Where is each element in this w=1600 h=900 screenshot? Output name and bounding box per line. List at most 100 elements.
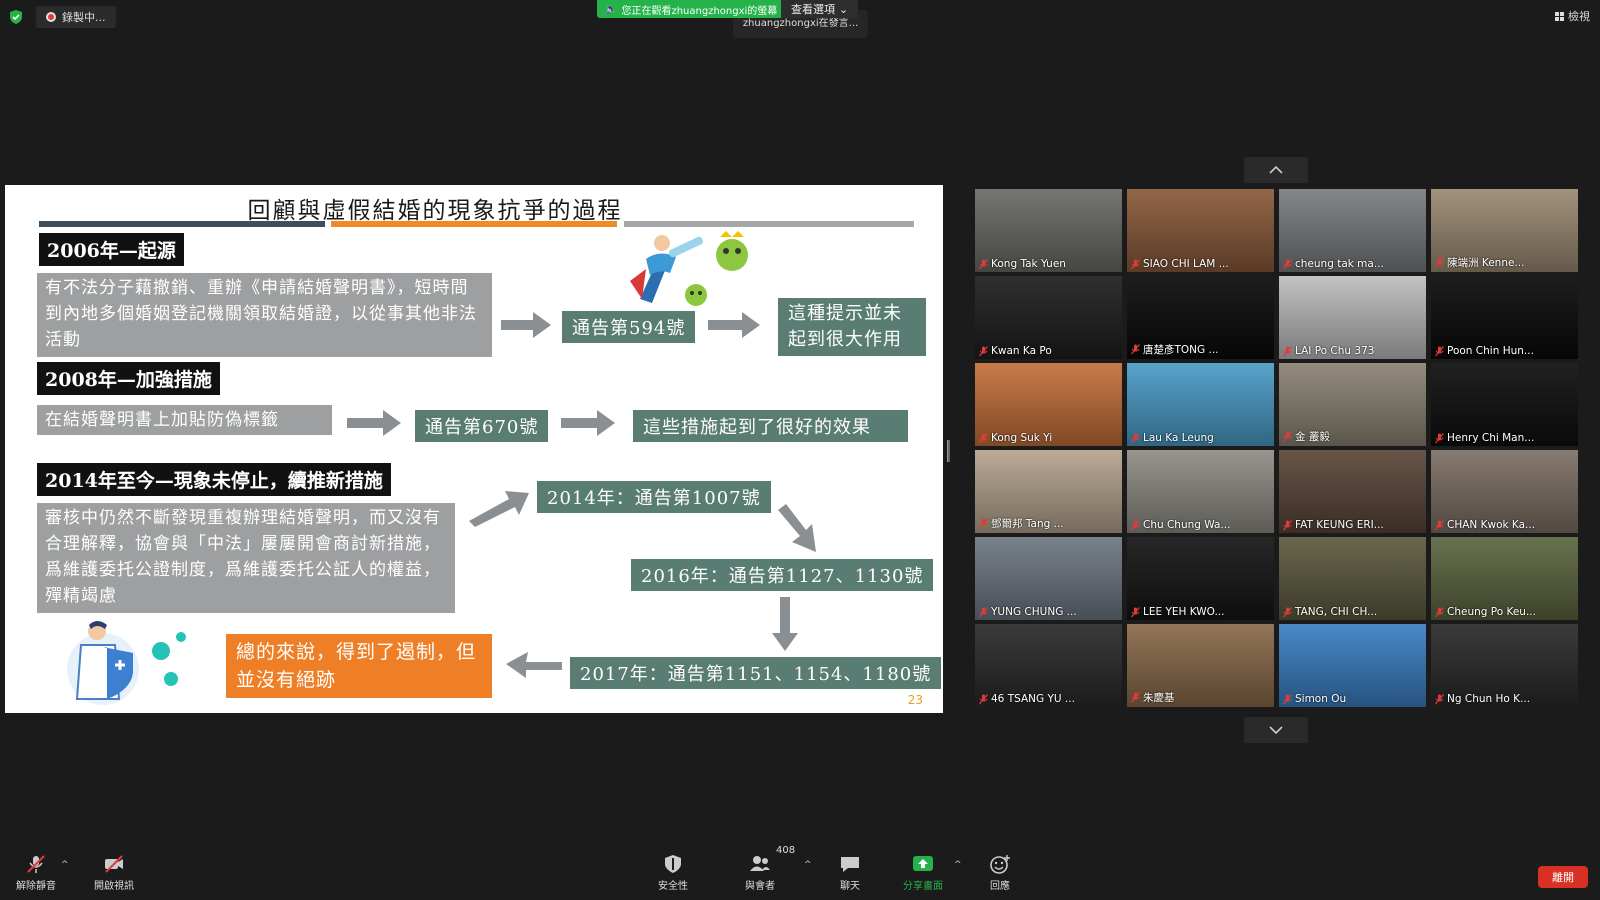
- participant-tile[interactable]: 朱慶基: [1127, 624, 1274, 707]
- participant-tile[interactable]: cheung tak ma...: [1279, 189, 1426, 272]
- muted-microphone-icon: [979, 258, 988, 269]
- audio-options-caret[interactable]: ^: [61, 860, 69, 870]
- view-label: 檢視: [1568, 10, 1590, 23]
- participant-tile[interactable]: Cheung Po Keu...: [1431, 537, 1578, 620]
- result-2008: 這些措施起到了很好的效果: [633, 410, 908, 442]
- participant-name-label: 朱慶基: [1131, 690, 1175, 705]
- start-video-label: 開啟視訊: [94, 881, 134, 892]
- participant-name: 鄧爾邦 Tang ...: [991, 518, 1064, 530]
- participant-tile[interactable]: Kong Tak Yuen: [975, 189, 1122, 272]
- notice-2017: 2017年：通告第1151、1154、1180號: [570, 657, 942, 689]
- view-options-button[interactable]: 查看選項 ⌄: [781, 0, 859, 18]
- muted-microphone-icon: [27, 855, 45, 873]
- participant-tile[interactable]: Ng Chun Ho K...: [1431, 624, 1578, 707]
- participant-tile[interactable]: Henry Chi Man...: [1431, 363, 1578, 446]
- participant-name-label: 陳端洲 Kenne...: [1435, 255, 1524, 270]
- participant-name: Kong Suk Yi: [991, 432, 1053, 444]
- participant-tile[interactable]: Kong Suk Yi: [975, 363, 1122, 446]
- unmute-button[interactable]: 解除靜音: [16, 854, 56, 892]
- speaker-icon: 🔈: [605, 3, 618, 15]
- participant-tile[interactable]: CHAN Kwok Ka...: [1431, 450, 1578, 533]
- share-options-caret[interactable]: ^: [954, 860, 962, 870]
- security-button[interactable]: 安全性: [658, 854, 688, 892]
- participant-tile[interactable]: Lau Ka Leung: [1127, 363, 1274, 446]
- share-screen-button[interactable]: 分享畫面: [903, 854, 943, 892]
- recording-label: 錄製中...: [62, 11, 106, 24]
- panel-resize-handle[interactable]: [947, 440, 950, 462]
- participant-name: Henry Chi Man...: [1447, 432, 1535, 444]
- reactions-label: 回應: [990, 881, 1010, 892]
- muted-microphone-icon: [1435, 519, 1444, 530]
- participants-count: 408: [776, 845, 796, 856]
- muted-microphone-icon: [1435, 693, 1444, 704]
- participant-tile[interactable]: SIAO CHI LAM ...: [1127, 189, 1274, 272]
- participant-name-label: Ng Chun Ho K...: [1435, 693, 1530, 705]
- participant-name: 金 叢毅: [1295, 431, 1330, 443]
- participant-name: YUNG CHUNG ...: [991, 606, 1077, 618]
- muted-microphone-icon: [979, 693, 988, 704]
- participant-name-label: Lau Ka Leung: [1131, 432, 1214, 444]
- view-button[interactable]: 檢視: [1555, 8, 1590, 24]
- participant-tile[interactable]: 46 TSANG YU ...: [975, 624, 1122, 707]
- participant-name: Cheung Po Keu...: [1447, 606, 1536, 618]
- muted-microphone-icon: [1283, 431, 1292, 442]
- participant-name-label: CHAN Kwok Ka...: [1435, 519, 1535, 531]
- notice-594: 通告第594號: [562, 311, 696, 343]
- section-2014-header: 2014年至今—現象未停止，續推新措施: [37, 463, 391, 496]
- participant-name-label: FAT KEUNG ERI...: [1283, 519, 1384, 531]
- participant-name: TANG, CHI CH...: [1295, 606, 1378, 618]
- participant-name: FAT KEUNG ERI...: [1295, 519, 1384, 531]
- participant-name-label: Kong Suk Yi: [979, 432, 1052, 444]
- participant-name: CHAN Kwok Ka...: [1447, 519, 1536, 531]
- muted-microphone-icon: [1131, 432, 1140, 443]
- participant-name-label: 46 TSANG YU ...: [979, 693, 1075, 705]
- gallery-next-page-button[interactable]: [1244, 717, 1308, 743]
- participant-tile[interactable]: 唐楚彥TONG ...: [1127, 276, 1274, 359]
- recording-indicator[interactable]: 錄製中...: [36, 6, 116, 28]
- participants-label: 與會者: [745, 881, 775, 892]
- participant-tile[interactable]: 金 叢毅: [1279, 363, 1426, 446]
- shared-screen-slide: 回顧與虛假結婚的現象抗爭的過程 2006年—起源 有不法分子藉撤銷、重辦《申請結…: [5, 185, 943, 713]
- title-underline-dark: [39, 221, 325, 227]
- participant-tile[interactable]: Chu Chung Wa...: [1127, 450, 1274, 533]
- participant-name-label: Cheung Po Keu...: [1435, 606, 1536, 618]
- chat-button[interactable]: 聊天: [839, 854, 861, 892]
- start-video-button[interactable]: 開啟視訊: [94, 854, 134, 892]
- participant-tile[interactable]: Kwan Ka Po: [975, 276, 1122, 359]
- gallery-prev-page-button[interactable]: [1244, 157, 1308, 183]
- participant-name-label: Kwan Ka Po: [979, 345, 1052, 357]
- participant-name-label: 鄧爾邦 Tang ...: [979, 516, 1064, 531]
- result-2006: 這種提示並未起到很大作用: [778, 298, 926, 356]
- participants-options-caret[interactable]: ^: [804, 860, 812, 870]
- reactions-button[interactable]: 回應: [989, 854, 1011, 892]
- participant-tile[interactable]: Poon Chin Hun...: [1431, 276, 1578, 359]
- conclusion-box: 總的來說，得到了遏制，但並沒有絕跡: [226, 634, 492, 698]
- participant-name: LAI Po Chu 373: [1295, 345, 1375, 357]
- participant-tile[interactable]: TANG, CHI CH...: [1279, 537, 1426, 620]
- doctor-shield-illustration: [67, 621, 186, 705]
- participant-tile[interactable]: 鄧爾邦 Tang ...: [975, 450, 1122, 533]
- participant-tile[interactable]: 陳端洲 Kenne...: [1431, 189, 1578, 272]
- participant-tile[interactable]: YUNG CHUNG ...: [975, 537, 1122, 620]
- participant-tile[interactable]: FAT KEUNG ERI...: [1279, 450, 1426, 533]
- participant-tile[interactable]: LEE YEH KWO...: [1127, 537, 1274, 620]
- participant-tile[interactable]: Simon Ou: [1279, 624, 1426, 707]
- muted-microphone-icon: [1435, 432, 1444, 443]
- section-2008-text: 在結婚聲明書上加貼防偽標籤: [37, 405, 332, 435]
- leave-button[interactable]: 離開: [1538, 866, 1588, 888]
- participant-name-label: Poon Chin Hun...: [1435, 345, 1534, 357]
- participant-name-label: cheung tak ma...: [1283, 258, 1384, 270]
- view-options-label: 查看選項: [791, 3, 835, 16]
- arrow-right-icon: [708, 312, 760, 338]
- muted-microphone-icon: [979, 432, 988, 443]
- chat-bubble-icon: [841, 857, 859, 872]
- viewing-screen-banner: 🔈 您正在觀看zhuangzhongxi的螢幕: [597, 0, 786, 18]
- cloud-recording-icon: [46, 12, 56, 22]
- participants-button[interactable]: 與會者: [745, 854, 775, 892]
- muted-microphone-icon: [1131, 519, 1140, 530]
- muted-microphone-icon: [1283, 258, 1292, 269]
- participant-name: cheung tak ma...: [1295, 258, 1384, 270]
- participant-tile[interactable]: LAI Po Chu 373: [1279, 276, 1426, 359]
- participant-name-label: Chu Chung Wa...: [1131, 519, 1230, 531]
- security-shield-icon[interactable]: [8, 9, 24, 25]
